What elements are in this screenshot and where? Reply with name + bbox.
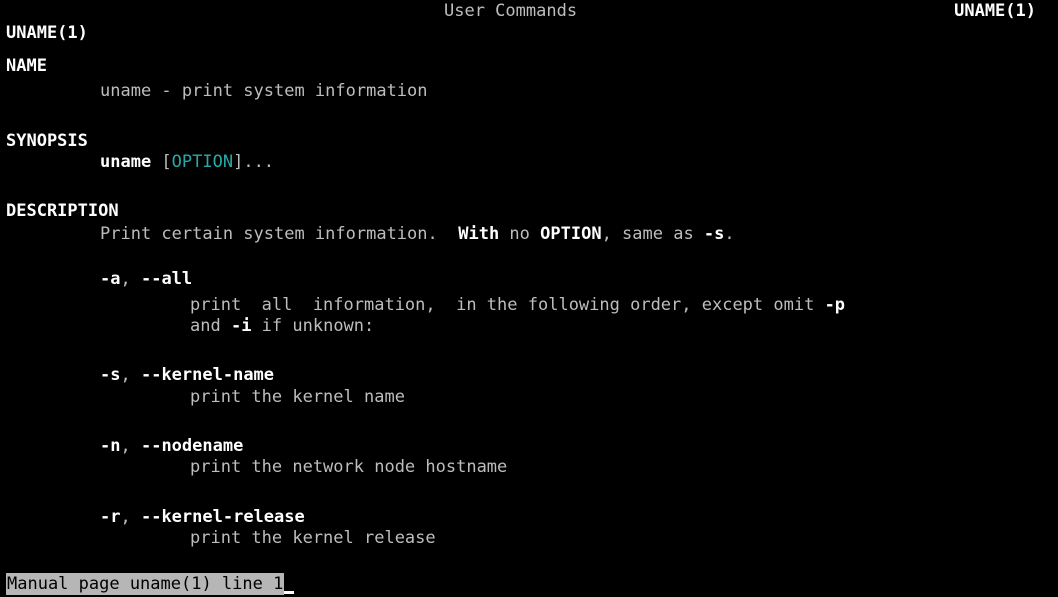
synopsis-line: uname [OPTION]...: [100, 151, 274, 173]
option-sep: ,: [120, 365, 141, 385]
intro-flag: -s: [703, 224, 725, 244]
intro-option: OPTION: [540, 224, 602, 244]
option-desc-flag: -p: [824, 295, 846, 315]
option-long: --kernel-name: [140, 365, 275, 385]
option-short: -s: [100, 365, 121, 385]
option-sep: ,: [120, 269, 141, 289]
option-short: -r: [100, 507, 121, 527]
intro-prefix: Print certain system information.: [100, 224, 459, 244]
pager-status-text: Manual page uname(1) line 1: [7, 574, 284, 594]
pager-status-bar[interactable]: Manual page uname(1) line 1: [6, 573, 285, 595]
option-long: --all: [140, 269, 193, 289]
header-right: UNAME(1): [954, 1, 1036, 21]
option-sep: ,: [120, 436, 141, 456]
option-all-desc-line2: and -i if unknown:: [190, 315, 374, 337]
option-desc-text: and: [190, 316, 231, 336]
intro-with: With: [458, 224, 500, 244]
intro-same: , same as: [601, 224, 704, 244]
synopsis-option: OPTION: [171, 152, 234, 172]
man-header: UNAME(1) User Commands UNAME(1): [0, 0, 1058, 43]
synopsis-command: uname: [100, 152, 152, 172]
option-kernel-release-desc: print the kernel release: [190, 528, 436, 548]
option-short: -a: [100, 269, 121, 289]
option-nodename-term: -n, --nodename: [100, 435, 243, 457]
option-all-desc-line1: print all information, in the following …: [190, 294, 845, 316]
intro-no: no: [499, 224, 541, 244]
synopsis-rest: ]...: [233, 152, 275, 172]
option-nodename-desc: print the network node hostname: [190, 457, 508, 477]
option-kernel-name-desc: print the kernel name: [190, 387, 405, 407]
text-cursor: [284, 591, 295, 594]
option-sep: ,: [120, 507, 141, 527]
header-left: UNAME(1): [6, 23, 88, 43]
name-text: uname - print system information: [100, 81, 428, 101]
option-long: --nodename: [140, 436, 244, 456]
option-long: --kernel-release: [140, 507, 305, 527]
description-intro: Print certain system information. With n…: [100, 223, 735, 245]
synopsis-bracket-open: [: [151, 152, 172, 172]
option-short: -n: [100, 436, 121, 456]
option-desc-flag: -i: [230, 316, 252, 336]
intro-end: .: [724, 224, 735, 244]
option-desc-text: print all information, in the following …: [190, 295, 825, 315]
option-all-term: -a, --all: [100, 268, 192, 290]
option-desc-text: if unknown:: [251, 316, 375, 336]
section-heading-description: DESCRIPTION: [6, 201, 119, 221]
option-kernel-release-term: -r, --kernel-release: [100, 506, 305, 528]
option-kernel-name-term: -s, --kernel-name: [100, 364, 274, 386]
section-heading-synopsis: SYNOPSIS: [6, 131, 88, 151]
header-center: User Commands: [444, 1, 578, 21]
section-heading-name: NAME: [6, 56, 47, 76]
